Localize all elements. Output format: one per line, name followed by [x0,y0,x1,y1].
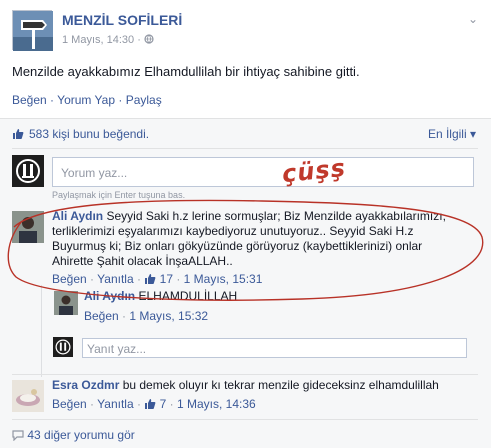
page-avatar[interactable] [12,10,53,51]
reply-time[interactable]: 1 Mayıs, 15:32 [129,309,208,323]
divider [12,148,478,149]
red-circle-annotation [7,199,484,301]
comment-author[interactable]: Esra Ozdmr [52,378,119,392]
comment-item: Esra Ozdmr bu demek oluyır kı tekrar men… [12,378,482,418]
emblem-icon [53,337,73,357]
comment-actions: Beğen · Yanıtla · 7 · 1 Mayıs, 14:36 [52,397,256,411]
signpost-icon [13,11,53,51]
comment-input[interactable]: Yorum yaz... [52,157,474,187]
post-actions: Beğen · Yorum Yap · Paylaş [12,93,162,107]
divider [12,419,478,420]
comment-time[interactable]: 1 Mayıs, 14:36 [177,397,256,411]
caret-down-icon: ▾ [469,127,476,141]
post-meta: 1 Mayıs, 14:30 · [62,34,154,46]
flower-photo-icon [12,380,44,412]
comment-like-button[interactable]: Beğen [52,397,87,411]
post-date[interactable]: 1 Mayıs, 14:30 [62,34,134,46]
post-header: MENZİL SOFİLERİ 1 Mayıs, 14:30 · ⌄ [12,10,482,54]
thumbs-up-icon [145,399,156,409]
post-text: Menzilde ayakkabımız Elhamdullilah bir i… [12,64,360,79]
commenter-avatar[interactable] [12,380,44,412]
comment-bubble-icon [12,430,24,442]
sort-dropdown[interactable]: En İlgili ▾ [428,127,476,141]
comment-reply-button[interactable]: Yanıtla [97,397,133,411]
user-avatar [12,155,44,187]
reply-actions: Beğen · 1 Mayıs, 15:32 [84,309,209,323]
likes-count[interactable]: 583 kişi bunu beğendi. [29,127,149,141]
more-comments-link[interactable]: 43 diğer yorumu gör [12,428,135,442]
like-button[interactable]: Beğen [12,93,47,107]
comment-button[interactable]: Yorum Yap [57,93,115,107]
emblem-icon [12,155,44,187]
share-button[interactable]: Paylaş [126,93,162,107]
globe-icon[interactable] [144,34,154,44]
comment-like-count[interactable]: 7 [160,397,167,411]
reply-input[interactable]: Yanıt yaz... [82,338,467,358]
comment-text: bu demek oluyır kı tekrar menzile gidece… [122,378,439,392]
comment-body: Esra Ozdmr bu demek oluyır kı tekrar men… [52,378,439,412]
post-options-chevron-icon[interactable]: ⌄ [468,12,478,26]
likes-row: 583 kişi bunu beğendi. En İlgili ▾ [12,127,482,141]
thumbs-up-icon [13,129,24,139]
divider [12,374,478,375]
page-name[interactable]: MENZİL SOFİLERİ [62,12,182,28]
meta-separator: · [137,34,141,46]
reply-like-button[interactable]: Beğen [84,309,119,323]
user-avatar [53,337,73,357]
feedback-area: 583 kişi bunu beğendi. En İlgili ▾ Yorum… [0,118,491,448]
